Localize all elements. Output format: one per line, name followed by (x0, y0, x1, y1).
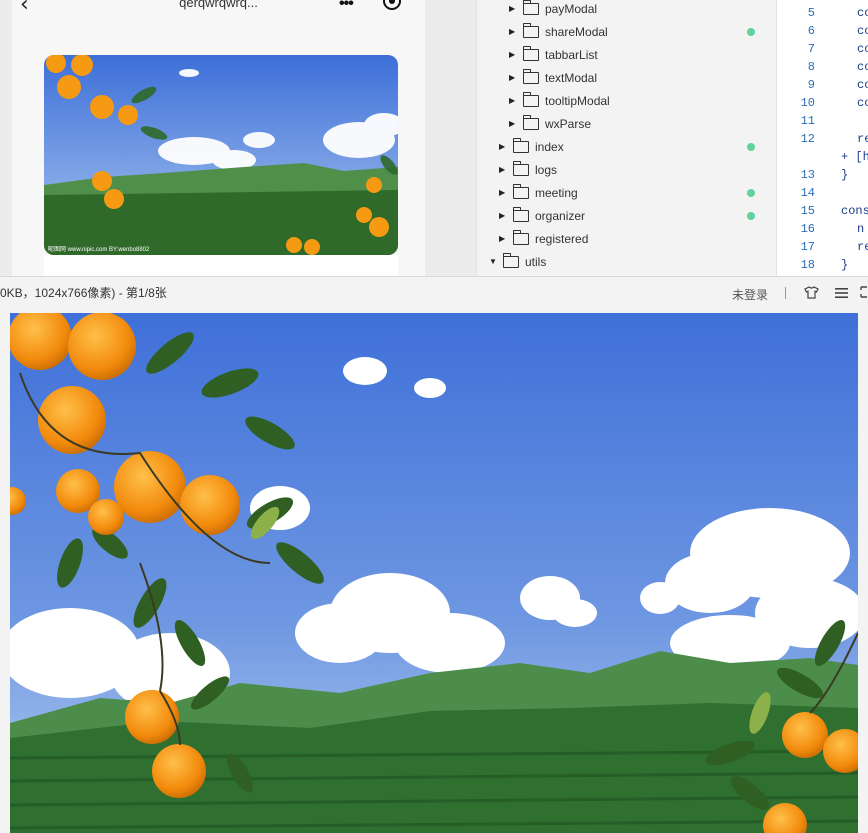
caret-right-icon: ▶ (499, 211, 506, 220)
line-number: 11 (800, 114, 815, 128)
caret-right-icon: ▶ (509, 50, 516, 59)
tree-item-index[interactable]: ▶ index (499, 135, 564, 158)
tree-item-tooltipmodal[interactable]: ▶ tooltipModal (509, 89, 610, 112)
simulator-panel: ‹ qerqwrqwrq... ••• 昵图网 www.nipic.com BY… (0, 0, 476, 276)
tree-item-textmodal[interactable]: ▶ textModal (509, 66, 597, 89)
caret-right-icon: ▶ (499, 234, 506, 243)
folder-icon (523, 22, 539, 38)
login-status-link[interactable]: 未登录 (732, 286, 768, 303)
caret-right-icon: ▶ (509, 119, 516, 128)
image-watermark: 昵图网 www.nipic.com BY:wenbo8802 (48, 246, 150, 253)
line-number: 5 (807, 6, 815, 20)
caret-down-icon: ▼ (489, 257, 497, 266)
caret-right-icon: ▶ (509, 4, 516, 13)
folder-icon (523, 68, 539, 84)
tree-item-label: meeting (535, 185, 578, 200)
card-footer (44, 255, 398, 276)
modified-dot (747, 212, 755, 220)
caret-right-icon: ▶ (509, 96, 516, 105)
image-info-text: 0KB，1024x766像素) - 第1/8张 (0, 286, 167, 300)
tree-item-label: organizer (535, 208, 586, 223)
folder-icon (523, 45, 539, 61)
modified-dot (747, 189, 755, 197)
tree-item-label: wxParse (545, 116, 592, 131)
tree-item-registered[interactable]: ▶ registered (499, 227, 588, 250)
mini-program-nav-bar: ‹ qerqwrqwrq... ••• (12, 0, 425, 18)
modified-dot (747, 28, 755, 36)
line-number: 12 (800, 132, 815, 146)
tree-item-label: shareModal (545, 24, 608, 39)
hamburger-icon[interactable] (835, 288, 848, 298)
more-dots-icon[interactable]: ••• (339, 0, 354, 13)
tree-item-organizer[interactable]: ▶ organizer (499, 204, 585, 227)
code-line: } (841, 168, 849, 182)
folder-icon (523, 0, 539, 15)
code-line: re (857, 240, 868, 254)
line-number: 14 (800, 186, 815, 200)
line-number: 6 (807, 24, 815, 38)
line-number: 10 (800, 96, 815, 110)
tree-item-label: payModal (545, 1, 598, 16)
line-number: 18 (800, 258, 815, 272)
code-line: co (857, 24, 868, 38)
orange-orchard-image-thumb: 昵图网 www.nipic.com BY:wenbo8802 (44, 55, 398, 255)
code-line: re (857, 132, 868, 146)
tree-item-label: index (535, 139, 564, 154)
line-number: 7 (807, 42, 815, 56)
tree-item-label: tooltipModal (545, 93, 610, 108)
caret-right-icon: ▶ (509, 73, 516, 82)
line-number: 13 (800, 168, 815, 182)
folder-open-icon (503, 252, 519, 268)
folder-icon (523, 114, 539, 130)
folder-icon (513, 183, 529, 199)
orange-orchard-image[interactable] (10, 313, 858, 833)
tree-item-label: registered (535, 231, 589, 246)
tree-item-meeting[interactable]: ▶ meeting (499, 181, 578, 204)
code-line: co (857, 60, 868, 74)
caret-right-icon: ▶ (499, 142, 506, 151)
tree-item-label: utils (525, 254, 547, 269)
line-number: 8 (807, 60, 815, 74)
code-line: co (857, 6, 868, 20)
toolbar-divider (785, 287, 786, 299)
caret-right-icon: ▶ (499, 188, 506, 197)
file-tree-panel: ▶ payModal ▶ shareModal ▶ tabbarList ▶ textM… (476, 0, 777, 276)
code-line: n (857, 222, 865, 236)
code-line: co (857, 78, 868, 92)
folder-icon (513, 160, 529, 176)
folder-icon (513, 206, 529, 222)
tree-item-wxparse[interactable]: ▶ wxParse (509, 112, 591, 135)
tree-item-label: logs (535, 162, 558, 177)
tree-item-logs[interactable]: ▶ logs (499, 158, 557, 181)
tree-item-label: textModal (545, 70, 598, 85)
code-line: + [h (841, 150, 868, 164)
phone-screen: ‹ qerqwrqwrq... ••• 昵图网 www.nipic.com BY… (12, 0, 425, 276)
page-title: qerqwrqwrq... (179, 0, 258, 10)
folder-icon (513, 229, 529, 245)
skin-icon[interactable] (804, 286, 819, 299)
code-line: co (857, 42, 868, 56)
folder-icon (513, 137, 529, 153)
caret-right-icon: ▶ (509, 27, 516, 36)
code-line: } (841, 258, 849, 272)
code-editor-panel[interactable]: 5 6 7 8 9 10 11 12 13 14 15 16 17 18 co … (776, 0, 868, 276)
expand-icon[interactable] (860, 286, 868, 298)
tree-item-paymodal[interactable]: ▶ payModal (509, 0, 597, 20)
orange-orchard-illustration (10, 313, 858, 833)
line-number: 9 (807, 78, 815, 92)
orange-image-card[interactable]: 昵图网 www.nipic.com BY:wenbo8802 (44, 55, 398, 255)
tree-item-tabbarlist[interactable]: ▶ tabbarList (509, 43, 598, 66)
tree-item-sharemodal[interactable]: ▶ shareModal (509, 20, 608, 43)
tree-item-utils[interactable]: ▼ utils (489, 250, 546, 273)
line-number: 16 (800, 222, 815, 236)
image-viewer-window: 0KB，1024x766像素) - 第1/8张 未登录 (0, 276, 868, 833)
folder-icon (523, 91, 539, 107)
line-number: 17 (800, 240, 815, 254)
line-number: 15 (800, 204, 815, 218)
tree-item-label: tabbarList (545, 47, 598, 62)
code-line: cons (841, 204, 868, 218)
modified-dot (747, 143, 755, 151)
caret-right-icon: ▶ (499, 165, 506, 174)
code-line: co (857, 96, 868, 110)
